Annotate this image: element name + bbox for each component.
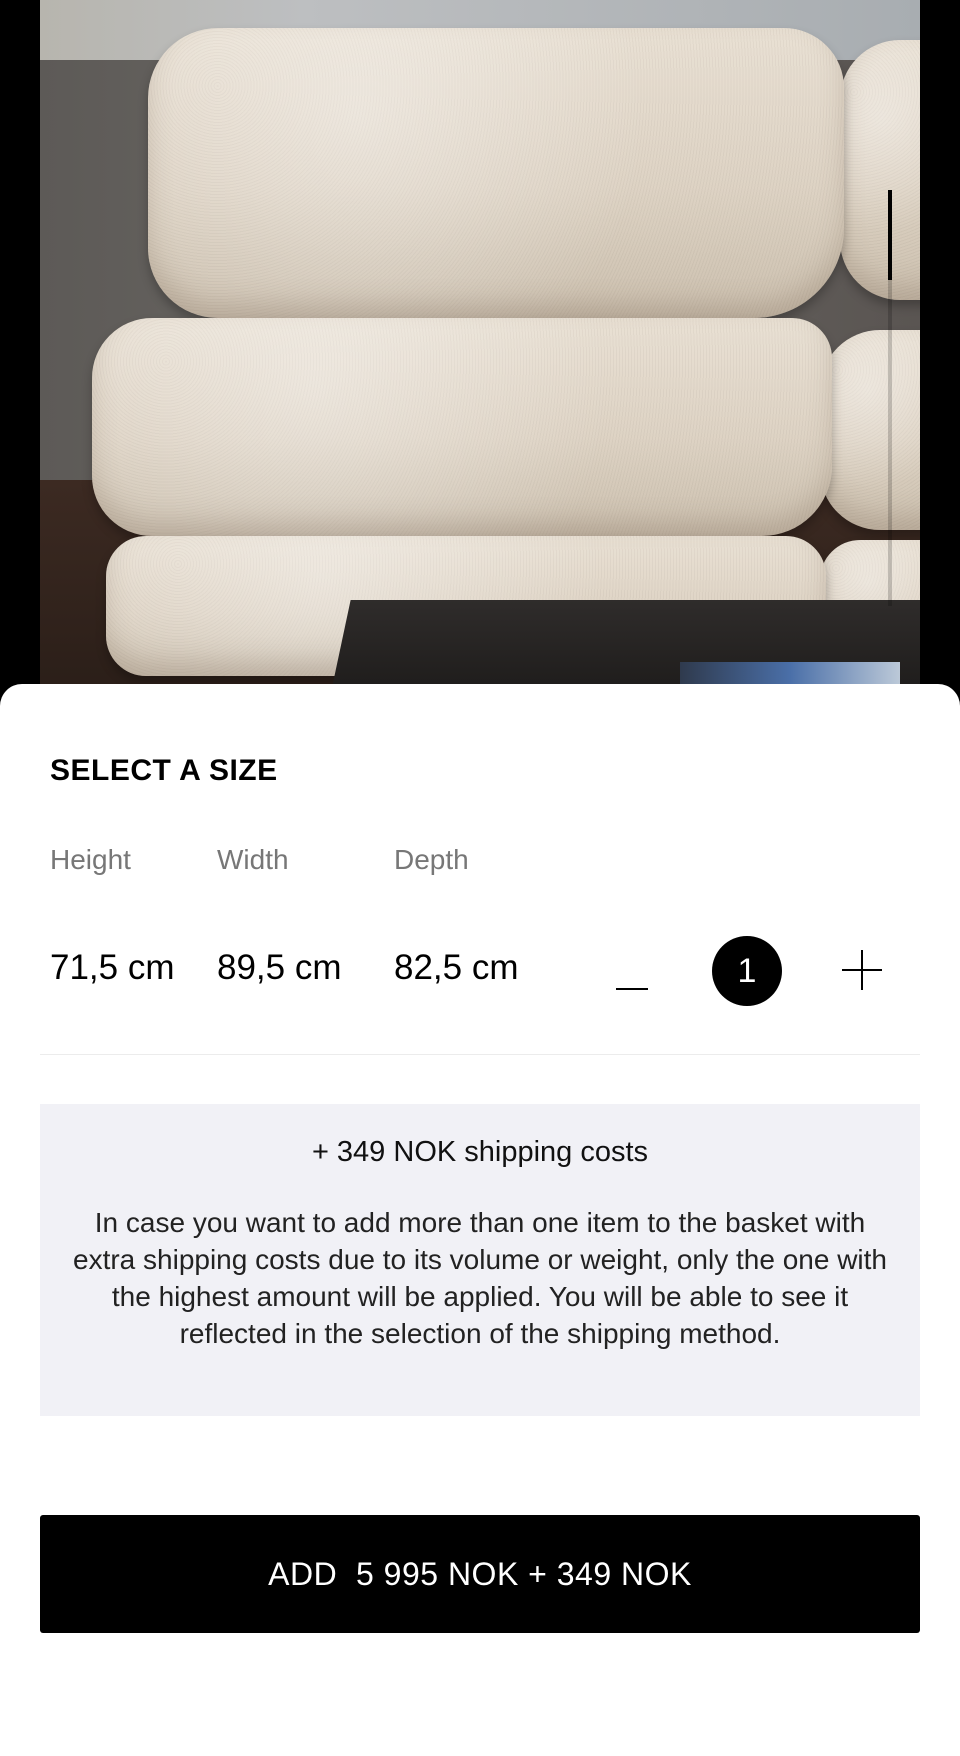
back-cushion <box>148 28 844 318</box>
width-value: 89,5 cm <box>217 948 342 987</box>
side-back-cushion <box>840 40 920 300</box>
quantity-value: 1 <box>712 936 782 1006</box>
decrease-quantity-button[interactable] <box>612 970 652 1010</box>
seat-cushion <box>92 318 832 536</box>
product-image[interactable] <box>40 0 920 700</box>
shipping-cost-text: + 349 NOK shipping costs <box>311 1136 649 1168</box>
shipping-note-text: In case you want to add more than one it… <box>73 1207 887 1349</box>
app-screen: SELECT A SIZE Height Width Depth 71,5 cm… <box>0 0 960 1756</box>
shipping-info-box: + 349 NOK shipping costs In case you wan… <box>40 1104 920 1416</box>
height-value: 71,5 cm <box>50 948 175 987</box>
side-seat-cushion <box>820 330 920 530</box>
width-label: Width <box>217 844 289 875</box>
active-page-indicator <box>888 190 892 280</box>
image-carousel-indicator[interactable] <box>888 190 892 606</box>
depth-label: Depth <box>394 844 469 875</box>
size-selection-sheet: SELECT A SIZE Height Width Depth 71,5 cm… <box>0 684 960 1756</box>
increase-quantity-button[interactable] <box>842 950 882 990</box>
sheet-title: SELECT A SIZE <box>50 754 278 787</box>
add-to-basket-button[interactable]: ADD 5 995 NOK + 349 NOK <box>40 1515 920 1633</box>
divider <box>40 1054 920 1055</box>
height-label: Height <box>50 844 131 875</box>
depth-value: 82,5 cm <box>394 948 519 987</box>
